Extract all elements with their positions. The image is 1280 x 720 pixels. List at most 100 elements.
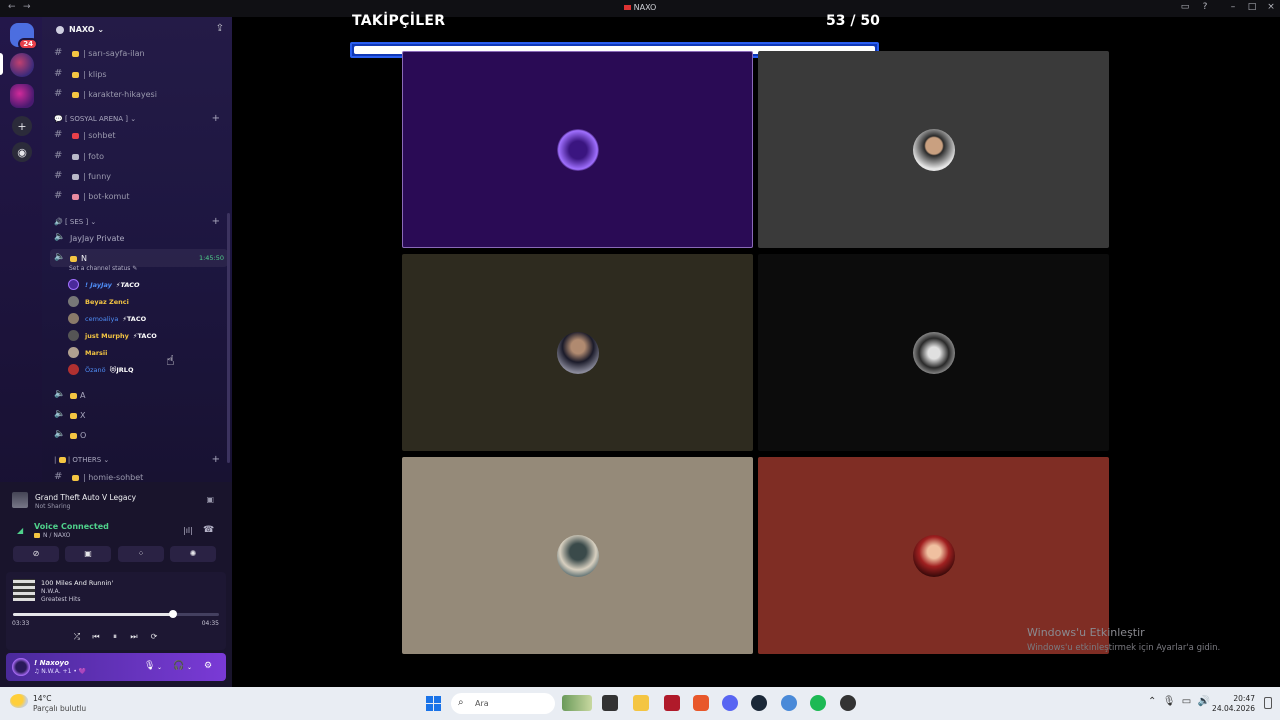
video-tile[interactable] xyxy=(758,51,1109,248)
weather-temp[interactable]: 14°C xyxy=(33,694,52,703)
inbox-icon[interactable]: ▭ xyxy=(1178,2,1192,12)
channel-funny[interactable]: # | funny xyxy=(50,167,228,185)
video-tile[interactable] xyxy=(758,254,1109,451)
file-explorer-icon[interactable] xyxy=(633,695,649,711)
windows-start-icon[interactable] xyxy=(426,696,441,711)
video-tile[interactable] xyxy=(402,457,753,654)
settings-app-icon[interactable] xyxy=(781,695,797,711)
minimize-icon[interactable]: – xyxy=(1226,2,1240,12)
create-channel-icon[interactable]: + xyxy=(212,113,220,124)
activities-button[interactable]: ⁘ xyxy=(118,546,164,562)
task-view-icon[interactable] xyxy=(602,695,618,711)
server-dot-icon xyxy=(56,26,64,34)
voice-connected-channel[interactable]: N / NAXO xyxy=(34,532,70,539)
mouse-cursor-icon: ☝ xyxy=(166,353,175,369)
add-server-icon[interactable]: + xyxy=(12,116,32,136)
voice-member[interactable]: Beyaz Zenci xyxy=(68,295,188,310)
spotify-icon[interactable] xyxy=(810,695,826,711)
video-tile[interactable] xyxy=(758,457,1109,654)
participant-avatar xyxy=(912,534,955,577)
channel-karakter-hikayesi[interactable]: # | karakter-hikayesi xyxy=(50,85,228,103)
obs-icon[interactable] xyxy=(840,695,856,711)
create-channel-icon[interactable]: + xyxy=(212,216,220,227)
search-highlight-icon[interactable] xyxy=(562,695,592,711)
clock-time[interactable]: 20:47 xyxy=(1233,694,1255,703)
invite-people-icon[interactable]: ⇪ xyxy=(216,23,224,34)
voice-member[interactable]: just Murphy ⚡TACO xyxy=(68,329,188,344)
chevron-down-icon[interactable]: ⌄ xyxy=(157,664,162,671)
server-name[interactable]: NAXO ⌄ xyxy=(69,25,104,34)
shuffle-icon[interactable]: ⤮ xyxy=(71,632,83,642)
headphones-icon[interactable]: 🎧 xyxy=(173,661,184,671)
video-tile[interactable] xyxy=(402,254,753,451)
voice-channel-x[interactable]: 🔈 X xyxy=(50,406,228,424)
steam-icon[interactable] xyxy=(751,695,767,711)
notification-icon[interactable] xyxy=(1264,697,1272,709)
microphone-icon[interactable]: 🎙 xyxy=(144,661,155,671)
user-name[interactable]: ! Naxoyo xyxy=(34,659,69,667)
voice-channel-a[interactable]: 🔈 A xyxy=(50,386,228,404)
song-artist[interactable]: N.W.A. xyxy=(41,588,60,595)
channel-foto[interactable]: # | foto xyxy=(50,147,228,165)
sidebar-scrollbar[interactable] xyxy=(227,213,230,463)
gear-icon[interactable]: ⚙ xyxy=(204,661,212,671)
chevron-down-icon[interactable]: ⌄ xyxy=(187,664,192,671)
user-bar: ! Naxoyo ♫ N.W.A. +1 • 💜 🎙 ⌄ 🎧 ⌄ ⚙ xyxy=(6,653,226,681)
avatar xyxy=(68,313,79,324)
close-icon[interactable]: × xyxy=(1264,2,1278,12)
discover-compass-icon[interactable]: ◉ xyxy=(12,142,32,162)
soundboard-button[interactable]: ✺ xyxy=(170,546,216,562)
voice-member[interactable]: ! JayJay ⚡TACO xyxy=(68,278,188,293)
create-channel-icon[interactable]: + xyxy=(212,454,220,465)
direct-messages-icon[interactable]: 24 xyxy=(10,23,38,50)
weather-icon[interactable] xyxy=(10,694,28,708)
maximize-icon[interactable]: □ xyxy=(1245,2,1259,12)
channel-status-setter[interactable]: Set a channel status ✎ xyxy=(69,265,137,272)
category-others[interactable]: | | OTHERS ⌄ xyxy=(54,456,109,464)
camera-off-button[interactable]: ⊘ xyxy=(13,546,59,562)
share-screen-button[interactable]: ▣ xyxy=(65,546,111,562)
music-player: 100 Miles And Runnin' N.W.A. Greatest Hi… xyxy=(6,572,226,650)
song-title[interactable]: 100 Miles And Runnin' xyxy=(41,579,113,587)
channel-sohbet[interactable]: # | sohbet xyxy=(50,126,228,144)
hash-icon: # xyxy=(54,150,63,161)
participant-avatar xyxy=(912,331,955,374)
music-progress-handle[interactable] xyxy=(168,610,177,618)
help-icon[interactable]: ? xyxy=(1198,2,1212,12)
acrobat-icon[interactable] xyxy=(664,695,680,711)
server-header[interactable]: NAXO ⌄ ⇪ xyxy=(42,17,232,43)
channel-klips[interactable]: # | klips xyxy=(50,65,228,83)
music-progress-fill xyxy=(13,613,173,616)
video-tile[interactable] xyxy=(402,51,753,248)
avatar xyxy=(68,279,79,290)
server-icon-naxo[interactable] xyxy=(10,53,34,77)
category-ses[interactable]: 🔊 [ SES ] ⌄ xyxy=(54,218,96,226)
weather-desc[interactable]: Parçalı bulutlu xyxy=(33,704,86,713)
system-tray-icons[interactable]: ⌃ 🎙 ▭ 🔊 xyxy=(1148,696,1210,707)
voice-member[interactable]: cemoaliya ⚡TACO xyxy=(68,312,188,327)
previous-icon[interactable]: ⏮ xyxy=(90,632,102,642)
taskbar-search[interactable]: ⌕ Ara xyxy=(451,693,555,714)
avatar xyxy=(68,364,79,375)
music-progress-bar[interactable] xyxy=(13,610,219,618)
disconnect-icon[interactable]: ☎ xyxy=(203,525,214,535)
clock-date[interactable]: 24.04.2026 xyxy=(1212,704,1255,713)
voice-channel-jayjay-private[interactable]: 🔈 JayJay Private xyxy=(50,229,228,247)
brave-icon[interactable] xyxy=(693,695,709,711)
user-avatar[interactable] xyxy=(12,658,30,676)
repeat-icon[interactable]: ⟳ xyxy=(148,632,160,641)
voice-channel-label: O xyxy=(70,431,86,440)
channel-bot-komut[interactable]: # | bot-komut xyxy=(50,187,228,205)
server-icon-secondary[interactable] xyxy=(10,84,34,108)
voice-channel-o[interactable]: 🔈 O xyxy=(50,426,228,444)
channel-sari-sayfa-ilan[interactable]: # | sarı-sayfa-ilan xyxy=(50,44,228,62)
activity-card[interactable]: Grand Theft Auto V Legacy Not Sharing ▣ xyxy=(6,485,226,515)
next-icon[interactable]: ⏭ xyxy=(128,632,140,642)
noise-suppression-icon[interactable]: |ıl| xyxy=(183,526,193,535)
pause-icon[interactable]: ⏸ xyxy=(109,632,121,642)
screen-share-icon[interactable]: ▣ xyxy=(206,495,214,504)
category-sosyal-arena[interactable]: 💬 [ SOSYAL ARENA ] ⌄ xyxy=(54,115,136,123)
channel-homie-sohbet[interactable]: # | homie-sohbet xyxy=(50,468,228,483)
voice-connected-title[interactable]: Voice Connected xyxy=(34,522,109,531)
discord-icon[interactable] xyxy=(722,695,738,711)
